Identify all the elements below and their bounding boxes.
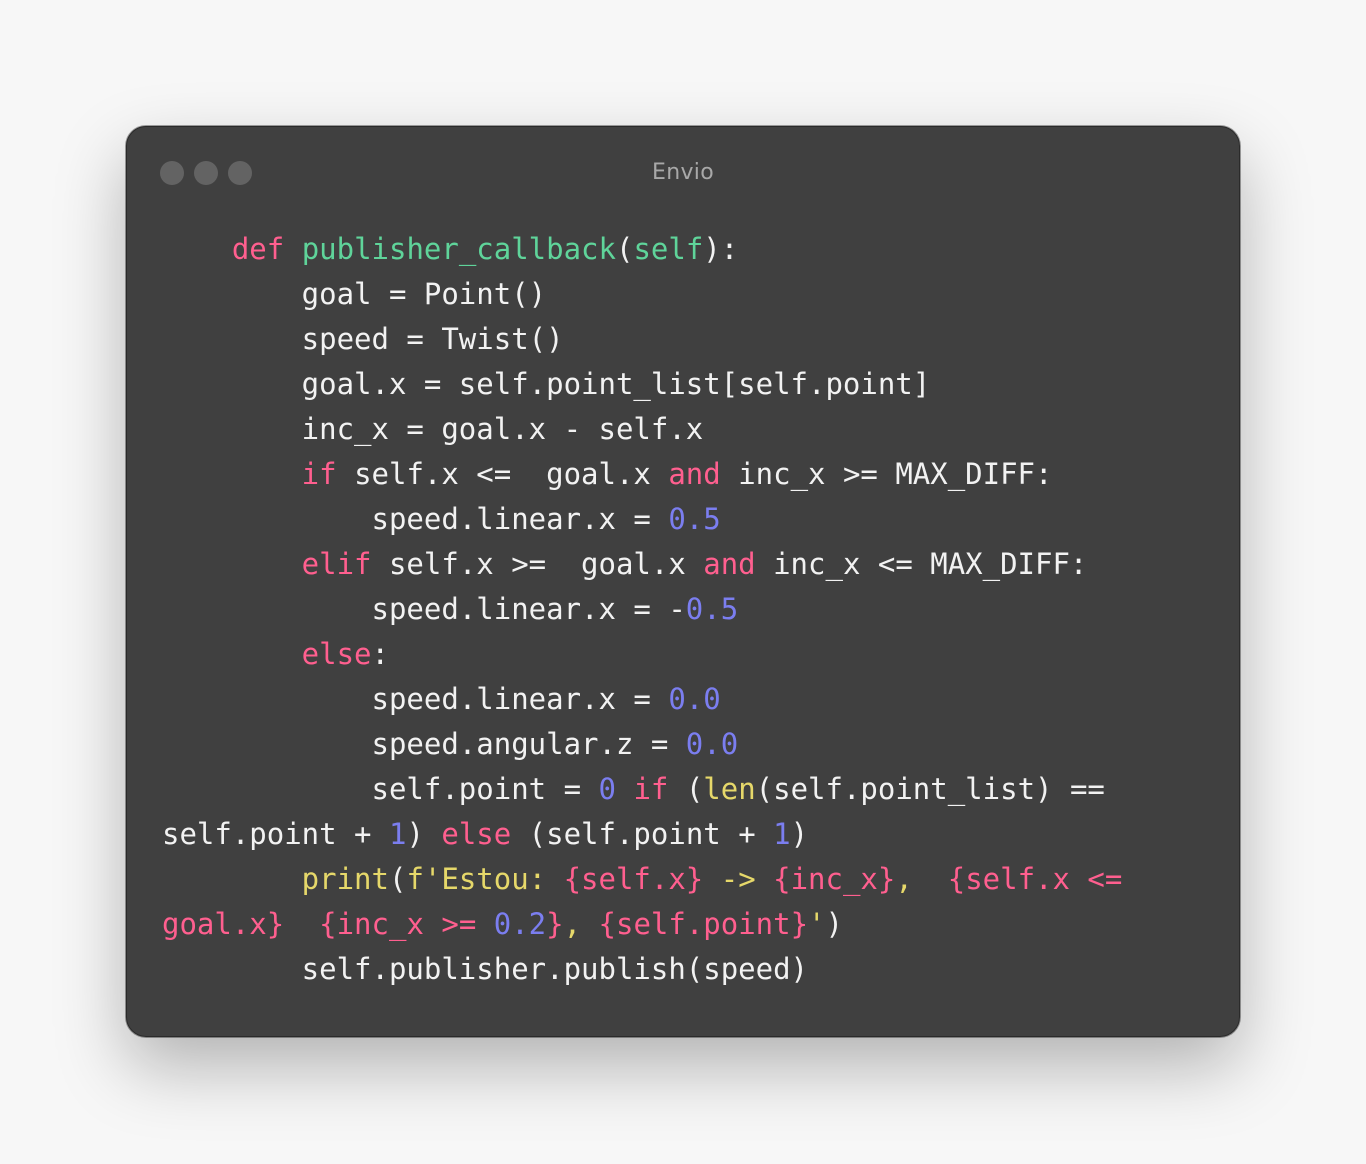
code-line: if self.x <= goal.x and inc_x >= MAX_DIF… [162, 452, 1122, 497]
code-line: speed = Twist() [162, 317, 1122, 362]
code-token: , [563, 907, 599, 941]
code-token: {self.x} [563, 862, 704, 896]
code-token: inc_x = goal.x - self.x [162, 412, 704, 446]
code-token: 0.0 [685, 727, 739, 761]
code-line: goal.x = self.point_list[self.point] [162, 362, 1122, 407]
code-token: inc_x <= MAX_DIFF: [755, 547, 1088, 581]
window-title: Envio [652, 160, 714, 185]
code-token: 0.0 [668, 682, 721, 716]
code-token: f'Estou: [406, 862, 564, 896]
code-token: (self.point_list) == [755, 772, 1105, 806]
code-token: and [668, 457, 721, 491]
code-block[interactable]: def publisher_callback(self): goal = Poi… [162, 227, 1122, 992]
code-token: speed.linear.x = [162, 502, 669, 536]
code-line: print(f'Estou: {self.x} -> {inc_x}, {sel… [162, 857, 1123, 902]
code-token: print [162, 862, 389, 896]
code-token: -> [703, 862, 774, 896]
code-token: ): [703, 232, 739, 266]
code-token: ) [790, 817, 809, 851]
code-token: goal.x = self.point_list[self.point] [162, 367, 931, 401]
code-token: ) [406, 817, 442, 851]
code-line: else: [162, 632, 1122, 677]
code-token: goal.x} [162, 907, 285, 941]
code-token: goal = Point() [162, 277, 547, 311]
code-token: 0.2 [493, 907, 547, 941]
code-line: speed.linear.x = -0.5 [162, 587, 1122, 632]
code-token: if [162, 457, 337, 491]
code-token: , [895, 862, 948, 896]
code-token: self.x >= goal.x [371, 547, 704, 581]
code-line: goal.x} {inc_x >= 0.2}, {self.point}') [162, 902, 1122, 947]
code-line: goal = Point() [162, 272, 1122, 317]
code-token: speed.angular.z = [162, 727, 686, 761]
code-line: elif self.x >= goal.x and inc_x <= MAX_D… [162, 542, 1122, 587]
title-bar: Envio [127, 127, 1239, 217]
code-token: else [162, 637, 372, 671]
code-token: ( [615, 232, 634, 266]
code-token: 0.5 [685, 592, 739, 626]
code-token: self.publisher.publish(speed) [162, 952, 809, 986]
code-token: speed.linear.x = [162, 682, 669, 716]
code-token: (self.point + [511, 817, 774, 851]
code-line: speed.linear.x = 0.5 [162, 497, 1122, 542]
code-window: Envio def publisher_callback(self): goal… [126, 126, 1240, 1037]
code-line: inc_x = goal.x - self.x [162, 407, 1122, 452]
code-token: self.x <= goal.x [336, 457, 669, 491]
code-token: ( [388, 862, 407, 896]
code-line: speed.angular.z = 0.0 [162, 722, 1122, 767]
code-token: {inc_x} [773, 862, 896, 896]
code-token: len [703, 772, 756, 806]
code-token: self.point + [162, 817, 389, 851]
code-token: publisher_callback [301, 232, 616, 266]
code-token: if [633, 772, 669, 806]
code-token: 1 [773, 817, 791, 851]
code-token: ( [668, 772, 704, 806]
code-token: 0 [598, 772, 616, 806]
code-token: 0.5 [668, 502, 721, 536]
code-token: speed = Twist() [162, 322, 564, 356]
code-token: else [441, 817, 512, 851]
code-token: {self.point} [598, 907, 809, 941]
code-token: ' [808, 907, 826, 941]
code-token: ) [825, 907, 843, 941]
code-token: inc_x >= MAX_DIFF: [720, 457, 1053, 491]
code-token: speed.linear.x = - [162, 592, 686, 626]
code-token: and [703, 547, 756, 581]
code-line: def publisher_callback(self): [162, 227, 1122, 272]
code-line: self.point = 0 if (len(self.point_list) … [162, 767, 1122, 812]
code-line: self.publisher.publish(speed) [162, 947, 1122, 992]
code-token: elif [162, 547, 372, 581]
code-token: : [371, 637, 389, 671]
code-token: self.point = [162, 772, 599, 806]
code-line: speed.linear.x = 0.0 [162, 677, 1122, 722]
code-token: {self.x <= [947, 862, 1123, 896]
code-line: self.point + 1) else (self.point + 1) [162, 812, 1122, 857]
code-token: 1 [388, 817, 407, 851]
code-token: def [162, 232, 285, 266]
code-token: } [546, 907, 564, 941]
code-token: {inc_x >= [319, 907, 494, 941]
code-token: self [633, 232, 704, 266]
